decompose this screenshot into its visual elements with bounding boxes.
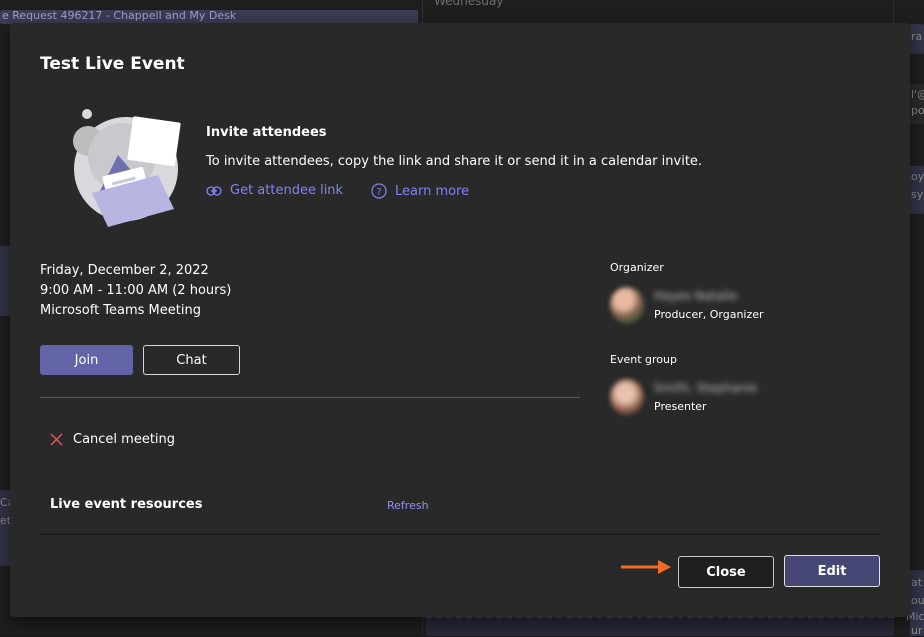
section-divider xyxy=(40,397,580,398)
chat-button[interactable]: Chat xyxy=(143,345,240,375)
learn-more-label: Learn more xyxy=(395,183,470,199)
invite-attendees-heading: Invite attendees xyxy=(206,125,327,140)
live-event-dialog: Test Live Event Invite attendees To invi… xyxy=(10,23,910,617)
event-time: 9:00 AM - 11:00 AM (2 hours) xyxy=(40,283,232,298)
organizer-info: Hayes Natalie Producer, Organizer xyxy=(654,289,764,321)
avatar xyxy=(610,287,644,323)
organizer-role: Producer, Organizer xyxy=(654,308,764,321)
organizer-name: Hayes Natalie xyxy=(654,289,738,303)
calendar-fragment: l'@ xyxy=(911,88,924,101)
calendar-fragment: sy xyxy=(911,188,924,201)
get-attendee-link[interactable]: Get attendee link xyxy=(206,183,343,198)
calendar-fragment: at xyxy=(911,576,923,589)
event-details: Friday, December 2, 2022 9:00 AM - 11:00… xyxy=(40,261,231,321)
svg-text:?: ? xyxy=(376,187,381,198)
edit-button[interactable]: Edit xyxy=(784,555,880,587)
link-icon xyxy=(206,185,222,196)
organizer-label: Organizer xyxy=(610,261,664,274)
calendar-event-strip-text: e Request 496217 - Chappell and My Desk xyxy=(2,9,237,22)
calendar-fragment: po xyxy=(911,104,924,117)
invite-envelope-illustration-icon xyxy=(73,109,181,227)
calendar-fragment: oy xyxy=(911,170,924,183)
invite-attendees-description: To invite attendees, copy the link and s… xyxy=(206,154,703,169)
refresh-link[interactable]: Refresh xyxy=(387,499,429,512)
event-date: Friday, December 2, 2022 xyxy=(40,263,209,278)
cancel-meeting-label: Cancel meeting xyxy=(73,432,176,447)
event-group-role: Presenter xyxy=(654,400,707,413)
event-group-label: Event group xyxy=(610,353,677,366)
footer-divider xyxy=(40,533,880,535)
dialog-title: Test Live Event xyxy=(40,54,185,74)
cancel-meeting-button[interactable]: Cancel meeting xyxy=(50,432,175,447)
close-button[interactable]: Close xyxy=(678,556,774,588)
avatar xyxy=(610,379,644,415)
calendar-day-header: Wednesday xyxy=(434,0,504,8)
join-button[interactable]: Join xyxy=(40,345,133,375)
annotation-arrow-icon xyxy=(621,560,671,574)
live-event-resources-heading: Live event resources xyxy=(50,497,203,512)
calendar-fragment: ra xyxy=(911,30,923,43)
calendar-fragment: ur xyxy=(911,624,923,637)
calendar-event-block[interactable] xyxy=(0,246,10,316)
organizer-person[interactable]: Hayes Natalie Producer, Organizer xyxy=(610,287,764,323)
get-attendee-link-label: Get attendee link xyxy=(230,183,344,198)
close-x-icon xyxy=(50,433,63,446)
calendar-event-block[interactable] xyxy=(426,616,894,636)
help-circle-icon: ? xyxy=(371,183,387,199)
calendar-event-strip[interactable]: e Request 496217 - Chappell and My Desk xyxy=(0,9,418,24)
event-group-info: Smith, Stephanie Presenter xyxy=(654,381,757,413)
event-group-person[interactable]: Smith, Stephanie Presenter xyxy=(610,379,757,415)
event-group-name: Smith, Stephanie xyxy=(654,381,758,395)
learn-more-link[interactable]: ? Learn more xyxy=(371,183,469,199)
event-type: Microsoft Teams Meeting xyxy=(40,303,201,318)
calendar-fragment: ou xyxy=(911,594,924,607)
